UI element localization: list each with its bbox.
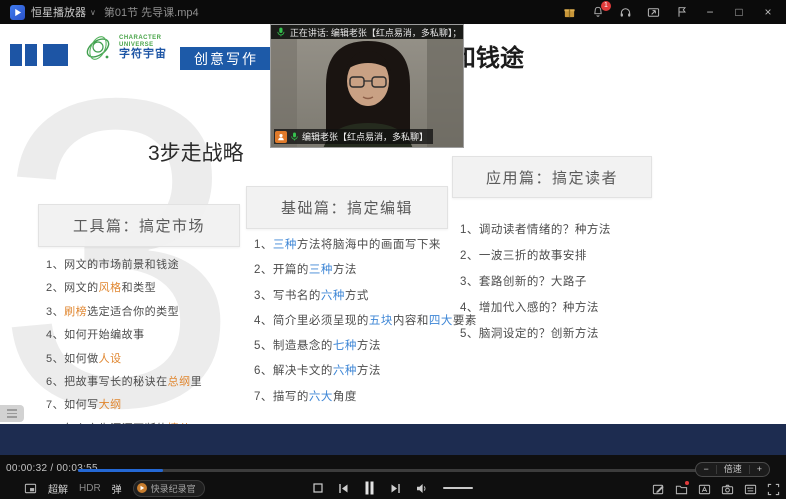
section-title-tools: 工具篇：搞定市场 [38, 204, 240, 247]
speaking-banner: 正在讲话: 编辑老张【红点易消，多私聊】； [271, 25, 463, 39]
list-item: 1、网文的市场前景和钱途 [46, 256, 202, 272]
promo-label: 快录纪录官 [151, 482, 196, 495]
section-title-application: 应用篇：搞定读者 [452, 156, 652, 198]
webcam-overlay: 正在讲话: 编辑老张【红点易消，多私聊】； 编辑老张【红点易消，多私聊】 [270, 24, 464, 148]
volume-icon[interactable] [416, 483, 428, 494]
deco-bar [43, 44, 68, 66]
list-item: 4、简介里必须呈现的五块内容和四大要素 [254, 312, 477, 328]
list-item: 7、如何写大纲 [46, 396, 202, 412]
promo-icon [137, 483, 147, 493]
notification-badge: 1 [601, 1, 611, 11]
subtitle-icon[interactable] [697, 482, 711, 496]
screenshot-camera-icon[interactable] [720, 482, 734, 496]
speed-label[interactable]: 倍速 [717, 463, 749, 476]
hdr-button[interactable]: HDR [79, 483, 101, 494]
strategy-title: 3步走战略 [148, 137, 244, 167]
list-item: 3、刷榜选定适合你的类型 [46, 303, 202, 319]
control-bar: 00:00:32 / 00:03:55 − 倍速 + 超解 HDR 弹 [0, 455, 786, 499]
list-item: 3、写书名的六种方式 [254, 287, 477, 303]
player-window: 恒星播放器 ∨ 第01节 先导课.mp4 1 − □ × [0, 0, 786, 499]
close-button[interactable]: × [760, 5, 776, 19]
logo-cn: 字符宇宙 [119, 49, 167, 61]
course-banner: 创意写作 [180, 47, 272, 70]
next-button[interactable] [390, 483, 401, 494]
seek-bar[interactable] [78, 469, 706, 472]
speaking-banner-text: 正在讲话: 编辑老张【红点易消，多私聊】； [290, 26, 458, 39]
participant-name-text: 编辑老张【红点易消，多私聊】 [302, 130, 428, 143]
list-item: 6、解决卡文的六种方法 [254, 362, 477, 378]
minimize-button[interactable]: − [702, 5, 718, 19]
app-menu-caret-icon[interactable]: ∨ [90, 8, 96, 17]
promo-pill-button[interactable]: 快录纪录官 [133, 480, 205, 497]
previous-button[interactable] [338, 483, 349, 494]
deco-bar [10, 44, 22, 66]
list-item: 2、开篇的三种方法 [254, 261, 477, 277]
notification-bell-icon[interactable]: 1 [590, 5, 605, 20]
list-item: 6、把故事写长的秘诀在总纲里 [46, 373, 202, 389]
danmaku-button[interactable]: 弹 [112, 481, 122, 496]
list-item: 7、描写的六大角度 [254, 388, 477, 404]
feedback-flag-icon[interactable] [674, 5, 689, 20]
speed-increase-button[interactable]: + [750, 463, 769, 476]
list-item: 3、套路创新的？大路子 [460, 273, 611, 289]
app-name[interactable]: 恒星播放器 [31, 4, 86, 20]
app-logo-icon [10, 5, 25, 20]
side-panel-handle[interactable] [0, 405, 24, 422]
host-person-icon [275, 131, 287, 143]
mic-on-icon [290, 131, 299, 142]
application-list: 1、调动读者情绪的？种方法 2、一波三折的故事安排 3、套路创新的？大路子 4、增加代… [460, 221, 611, 341]
list-item: 5、脑洞设定的？创新方法 [460, 325, 611, 341]
brand-logo: CHARACTER UNIVERSE 字符宇宙 [82, 32, 167, 64]
speed-decrease-button[interactable]: − [696, 463, 715, 476]
headset-icon[interactable] [618, 5, 633, 20]
globe-swirl-icon [82, 32, 114, 64]
folder-icon[interactable] [674, 482, 688, 496]
pause-button[interactable] [364, 481, 375, 495]
list-item: 2、一波三折的故事安排 [460, 247, 611, 263]
gift-icon[interactable] [562, 5, 577, 20]
basics-list: 1、三种方法将脑海中的画面写下来 2、开篇的三种方法 3、写书名的六种方式 4、简介里… [254, 236, 477, 404]
list-item: 5、制造悬念的七种方法 [254, 337, 477, 353]
playlist-icon[interactable] [743, 482, 757, 496]
mic-on-icon [276, 26, 286, 38]
list-item: 4、如何开始编故事 [46, 326, 202, 342]
list-item: 1、三种方法将脑海中的画面写下来 [254, 236, 477, 252]
super-resolution-button[interactable]: 超解 [48, 481, 68, 496]
cast-screen-icon[interactable] [646, 5, 661, 20]
mini-window-icon[interactable] [24, 482, 37, 495]
list-item: 2、网文的风格和类型 [46, 279, 202, 295]
slide-footer-band [0, 424, 786, 455]
seek-bar-fill [78, 469, 163, 472]
playback-speed-control: − 倍速 + [695, 462, 770, 477]
maximize-button[interactable]: □ [731, 5, 747, 19]
edit-note-icon[interactable] [651, 482, 665, 496]
stop-button[interactable] [313, 483, 323, 493]
list-item: 1、调动读者情绪的？种方法 [460, 221, 611, 237]
folder-alert-dot [685, 481, 689, 485]
volume-slider[interactable] [443, 487, 473, 489]
list-item: 4、增加代入感的？种方法 [460, 299, 611, 315]
participant-name-label: 编辑老张【红点易消，多私聊】 [274, 129, 433, 144]
deco-bar [25, 44, 37, 66]
list-item: 5、如何做人设 [46, 350, 202, 366]
section-title-basics: 基础篇：搞定编辑 [246, 186, 448, 229]
fullscreen-icon[interactable] [766, 482, 780, 496]
title-bar: 恒星播放器 ∨ 第01节 先导课.mp4 1 − □ × [0, 0, 786, 24]
video-file-name: 第01节 先导课.mp4 [104, 4, 199, 20]
